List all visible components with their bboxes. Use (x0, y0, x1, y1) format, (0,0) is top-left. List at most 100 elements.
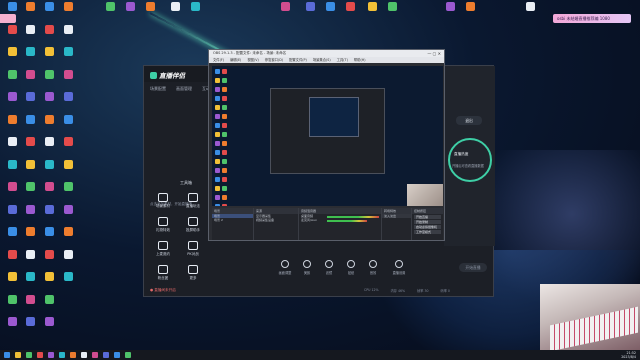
desktop-icon[interactable] (2, 159, 22, 182)
taskbar-app-icon[interactable] (59, 352, 65, 358)
desktop-icon[interactable] (320, 2, 340, 24)
desktop-icon[interactable] (362, 2, 382, 24)
tool-play[interactable]: 直播玩法 (178, 193, 208, 215)
desktop-icon[interactable] (2, 24, 22, 47)
obs-menu-item[interactable]: 视图(V) (247, 57, 258, 63)
desktop-icon[interactable] (39, 137, 59, 159)
bottom-control[interactable]: 贴纸 (340, 260, 362, 275)
desktop-icon[interactable] (39, 204, 59, 227)
desktop-icon[interactable] (20, 249, 40, 272)
obs-menu-item[interactable]: 场景集合(S) (313, 57, 331, 63)
desktop-icon[interactable] (440, 2, 460, 24)
desktop-icon[interactable] (2, 92, 22, 114)
desktop-icon[interactable] (20, 204, 40, 227)
desktop-icon[interactable] (20, 182, 40, 204)
desktop-icon[interactable] (275, 2, 295, 24)
desktop-notification-badge[interactable]: osbi 未结婚直播推荐编 1080 (553, 14, 631, 23)
scene-item[interactable]: 场景 2 (212, 218, 253, 222)
desktop-icon[interactable] (58, 272, 78, 294)
desktop-icon[interactable] (58, 92, 78, 114)
obs-menu-item[interactable]: 编辑(E) (230, 57, 241, 63)
desktop-icon[interactable] (185, 2, 205, 24)
desktop-icon[interactable] (39, 2, 59, 24)
taskbar-app-icon[interactable] (103, 352, 109, 358)
desktop-icon[interactable] (2, 69, 22, 92)
desktop-icon[interactable] (58, 2, 78, 24)
bottom-control[interactable]: 直播设置 (388, 260, 410, 275)
tool-gift[interactable]: 礼物特效 (148, 217, 178, 239)
desktop-icon[interactable] (39, 294, 59, 317)
bottom-control[interactable]: 画面调整 (274, 260, 296, 275)
desktop-icon[interactable] (39, 24, 59, 47)
taskbar-app-icon[interactable] (81, 352, 87, 358)
desktop-icon[interactable] (20, 47, 40, 69)
desktop-icon[interactable] (20, 137, 40, 159)
tool-cast[interactable]: 投屏助手 (178, 217, 208, 239)
desktop-icon[interactable] (300, 2, 320, 24)
desktop-icon[interactable] (20, 69, 40, 92)
desktop-icon[interactable] (58, 182, 78, 204)
desktop-icon[interactable] (39, 272, 59, 294)
desktop-icon[interactable] (39, 249, 59, 272)
desktop-icon[interactable] (39, 182, 59, 204)
taskbar-app-icon[interactable] (26, 352, 32, 358)
taskbar-app-icon[interactable] (37, 352, 43, 358)
window-controls[interactable]: — ▢ ✕ (427, 50, 441, 57)
desktop-icon[interactable] (2, 227, 22, 249)
desktop-icon[interactable] (58, 159, 78, 182)
desktop-icon[interactable] (520, 2, 540, 24)
desktop-icon[interactable] (20, 272, 40, 294)
desktop-icon[interactable] (120, 2, 140, 24)
obs-menu-item[interactable]: 文件(F) (213, 57, 224, 63)
desktop-icon[interactable] (2, 317, 22, 339)
obs-control-button[interactable]: 开始直播 (414, 215, 441, 219)
obs-control-button[interactable]: 工作室模式 (414, 230, 441, 234)
desktop-icon[interactable] (20, 2, 40, 24)
desktop-icon[interactable] (20, 159, 40, 182)
obs-menu-item[interactable]: 停靠窗口(D) (265, 57, 283, 63)
taskbar-app-icon[interactable] (114, 352, 120, 358)
start-live-button[interactable]: 开始直播 (459, 263, 487, 272)
desktop-icon[interactable] (39, 227, 59, 249)
desktop-icon[interactable] (20, 294, 40, 317)
taskbar-app-icon[interactable] (125, 352, 131, 358)
obs-title-bar[interactable]: OBS 29.1.3 - 配置文件: 未命名 - 场景: 未命名 — ▢ ✕ (209, 50, 444, 57)
taskbar-clock[interactable]: 21:52 2023/8/4 (621, 351, 636, 359)
desktop-icon[interactable] (58, 24, 78, 47)
tab-display[interactable]: 画面管理 (176, 86, 192, 92)
taskbar-app-icon[interactable] (4, 352, 10, 358)
tool-scene[interactable]: 场景素材 (148, 193, 178, 215)
desktop-icon[interactable] (2, 249, 22, 272)
desktop-icon[interactable] (2, 114, 22, 137)
desktop-icon[interactable] (20, 114, 40, 137)
desktop-icon[interactable] (165, 2, 185, 24)
desktop-icon[interactable] (20, 92, 40, 114)
tab-scene[interactable]: 场景配置 (150, 86, 166, 92)
desktop-icon[interactable] (58, 227, 78, 249)
transition-select[interactable]: 淡入淡出 (382, 214, 411, 218)
bottom-control[interactable]: 滤镜 (318, 260, 340, 275)
desktop-icon[interactable] (39, 317, 59, 339)
desktop-icon[interactable] (20, 227, 40, 249)
taskbar-app-icon[interactable] (15, 352, 21, 358)
obs-menu-item[interactable]: 帮助(H) (354, 57, 366, 63)
desktop-icon[interactable] (2, 182, 22, 204)
desktop-icon[interactable] (20, 317, 40, 339)
desktop-icon[interactable] (2, 204, 22, 227)
desktop-icon[interactable] (340, 2, 360, 24)
desktop-icon[interactable] (39, 92, 59, 114)
desktop-icon[interactable] (39, 69, 59, 92)
bottom-control[interactable]: 美颜 (296, 260, 318, 275)
desktop-icon[interactable] (39, 159, 59, 182)
desktop-icon[interactable] (58, 249, 78, 272)
desktop-icon[interactable] (2, 294, 22, 317)
obs-control-button[interactable]: 开始录制 (414, 220, 441, 224)
taskbar-app-icon[interactable] (70, 352, 76, 358)
desktop-icon[interactable] (2, 2, 22, 24)
taskbar-app-icon[interactable] (92, 352, 98, 358)
desktop-icon[interactable] (20, 24, 40, 47)
desktop-icon[interactable] (39, 114, 59, 137)
desktop-icon[interactable] (140, 2, 160, 24)
desktop-icon[interactable] (58, 47, 78, 69)
desktop-icon[interactable] (382, 2, 402, 24)
